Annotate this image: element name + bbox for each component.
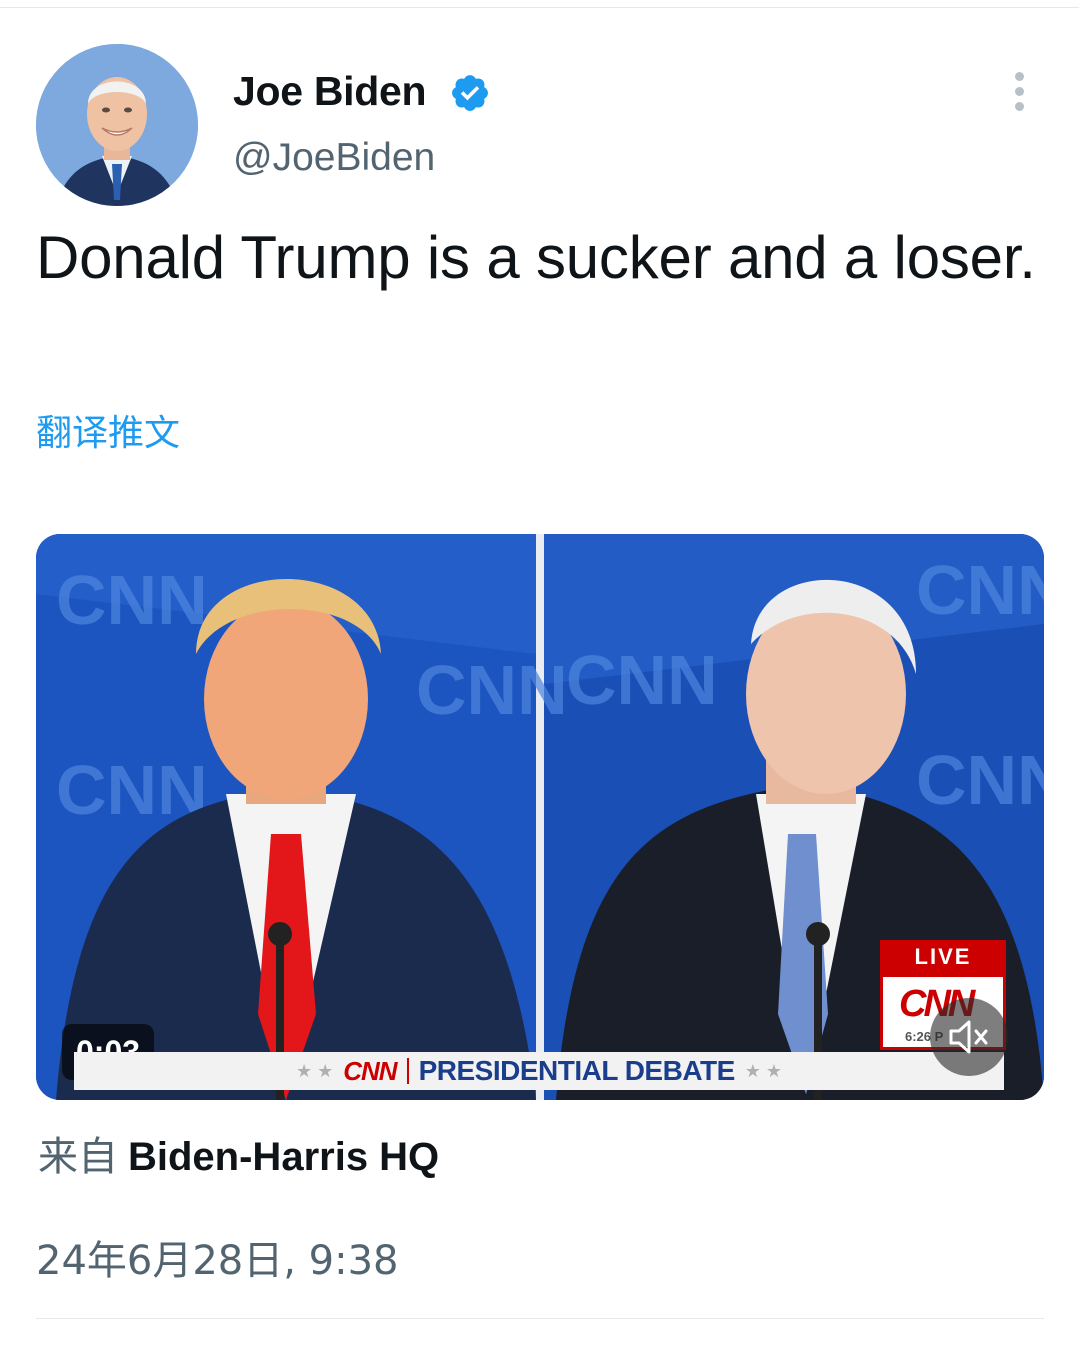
more-dot-icon <box>1015 72 1024 81</box>
video-player[interactable]: CNN CNN CNN CNN CNN CNN 0:03 ★ ★ CNN PRE… <box>36 534 1044 1100</box>
svg-text:CNN: CNN <box>916 551 1044 629</box>
more-options-button[interactable] <box>1000 68 1040 116</box>
verified-badge-icon <box>452 75 488 111</box>
bottom-divider <box>36 1318 1044 1319</box>
source-prefix: 来自 <box>38 1134 118 1180</box>
avatar-photo <box>36 44 198 206</box>
svg-text:CNN: CNN <box>566 641 718 719</box>
unmute-button[interactable] <box>930 998 1008 1076</box>
lower-third-separator <box>406 1058 409 1084</box>
lower-third-network: CNN <box>343 1055 397 1086</box>
video-source: 来自 Biden-Harris HQ <box>38 1124 439 1182</box>
top-divider <box>0 7 1079 8</box>
author-handle[interactable]: @JoeBiden <box>233 136 435 180</box>
cnn-lower-third: ★ ★ CNN PRESIDENTIAL DEBATE ★ ★ <box>74 1052 1004 1090</box>
muted-speaker-icon <box>949 1020 988 1054</box>
svg-text:CNN: CNN <box>916 741 1044 819</box>
star-decoration-icon: ★ ★ <box>295 1060 334 1081</box>
author-display-name[interactable]: Joe Biden <box>233 68 427 115</box>
translate-tweet-link[interactable]: 翻译推文 <box>36 404 180 456</box>
star-decoration-icon: ★ ★ <box>744 1060 783 1081</box>
source-account-link[interactable]: Biden-Harris HQ <box>128 1135 439 1179</box>
tweet-timestamp[interactable]: 24年6月28日, 9:38 <box>36 1228 399 1286</box>
lower-third-title: PRESIDENTIAL DEBATE <box>418 1055 736 1086</box>
tweet-text: Donald Trump is a sucker and a loser. <box>36 224 1036 291</box>
live-label: LIVE <box>880 940 1006 974</box>
svg-text:CNN: CNN <box>416 651 568 729</box>
author-avatar[interactable] <box>36 44 198 206</box>
more-dot-icon <box>1015 87 1024 96</box>
svg-text:CNN: CNN <box>56 561 208 639</box>
more-dot-icon <box>1015 102 1024 111</box>
